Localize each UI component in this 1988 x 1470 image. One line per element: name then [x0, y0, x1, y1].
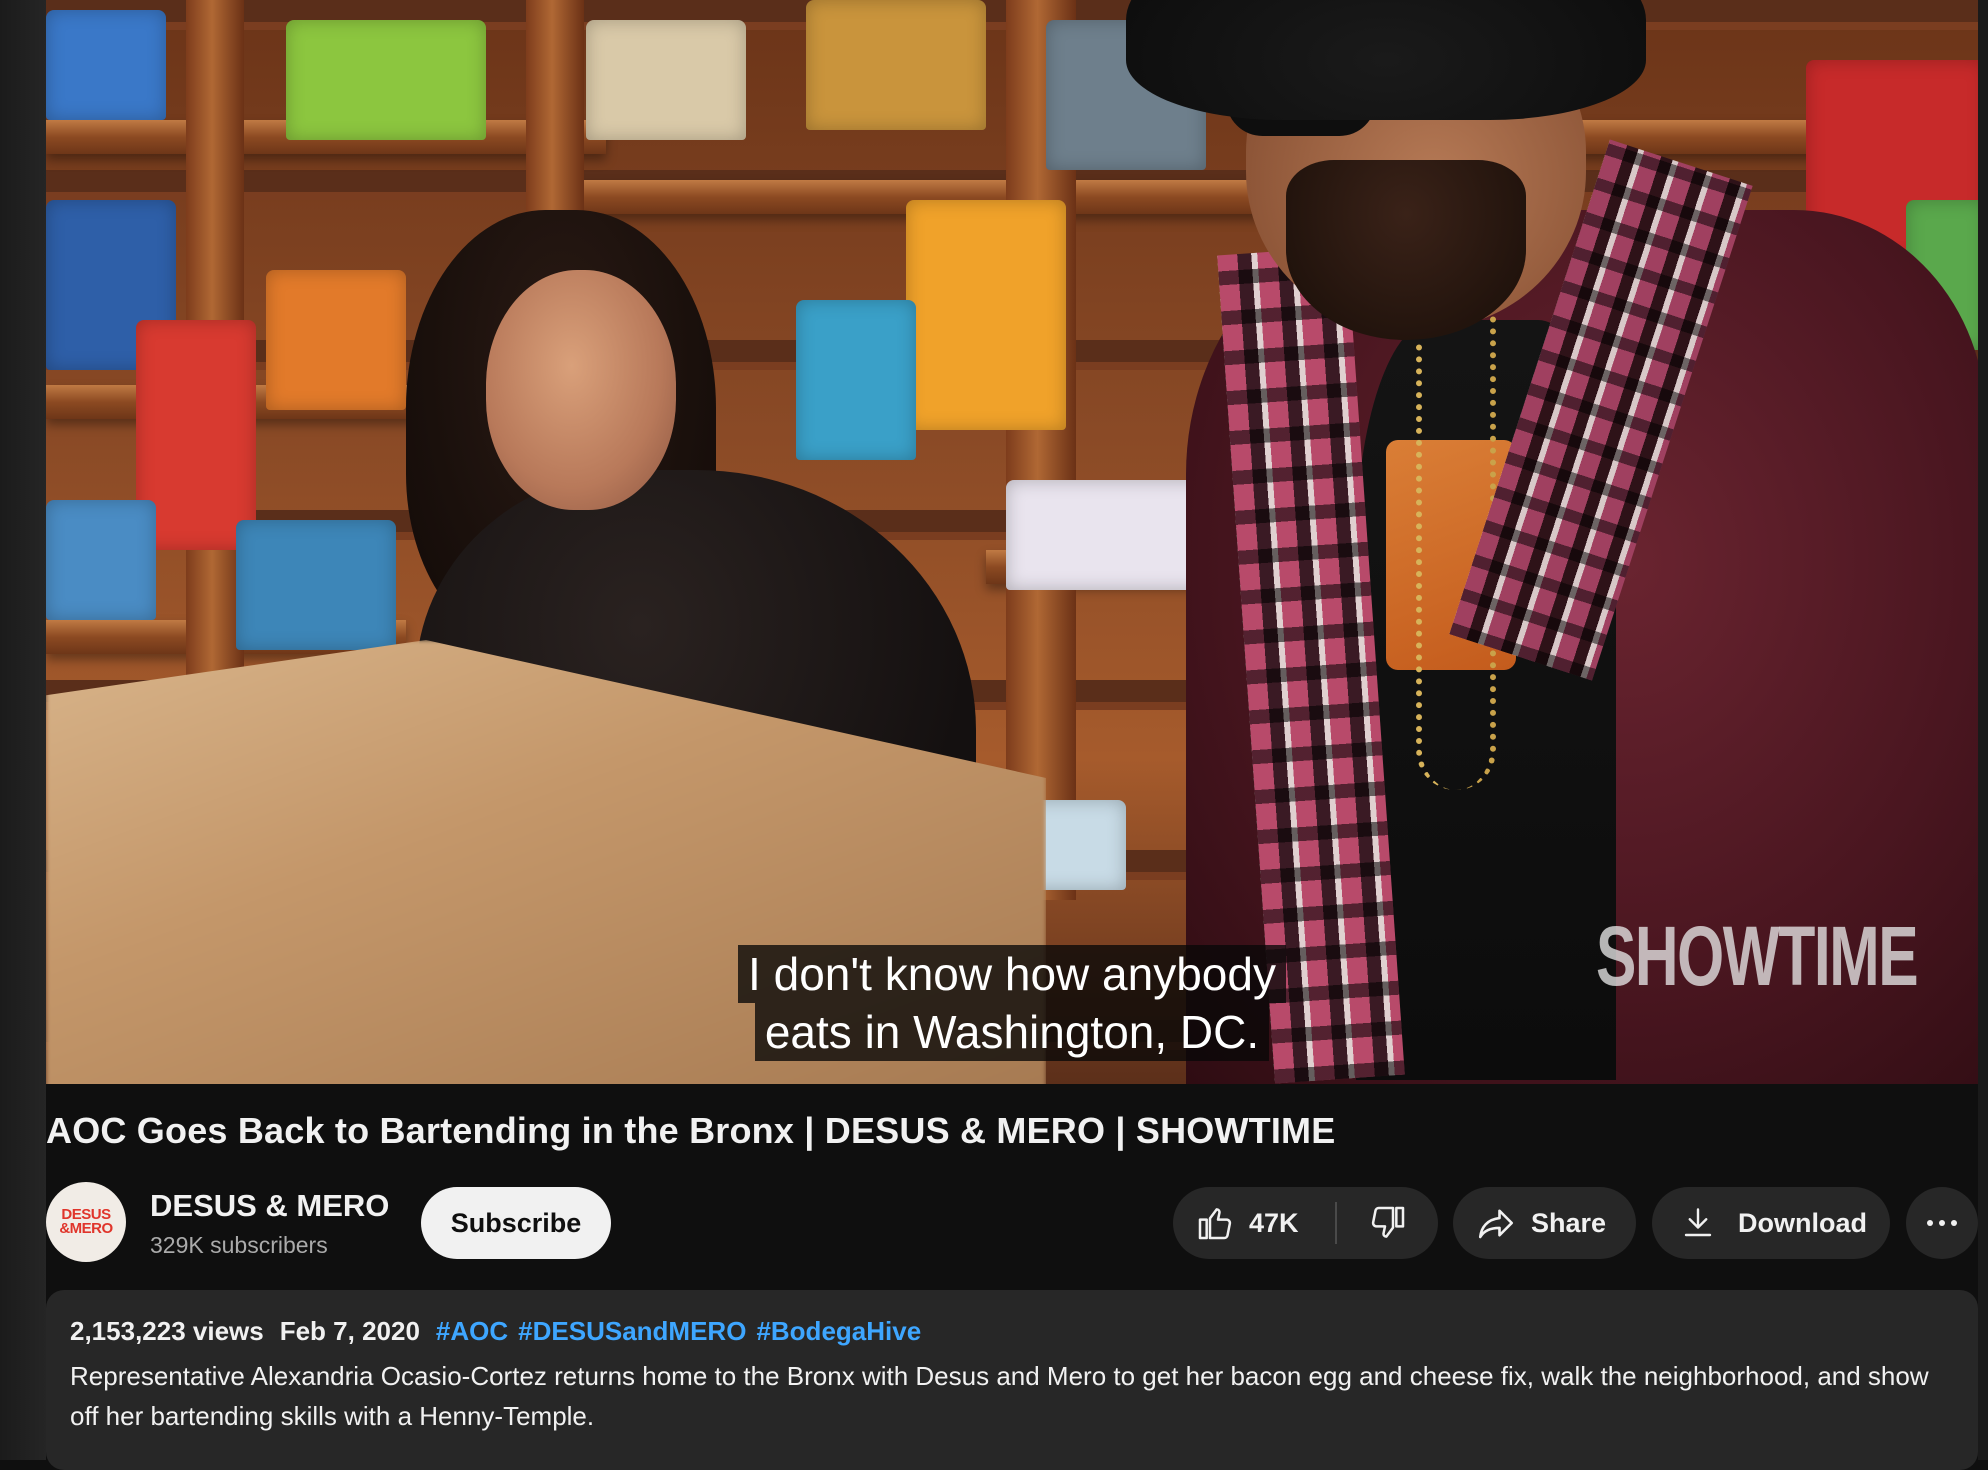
- page-left-margin: [0, 0, 46, 1460]
- page-right-margin: [1978, 0, 1988, 1460]
- share-button[interactable]: Share: [1453, 1187, 1636, 1259]
- like-button[interactable]: 47K: [1173, 1187, 1335, 1259]
- donut-box: [1006, 480, 1216, 590]
- snack-bag: [46, 500, 156, 620]
- snack-bag: [286, 20, 486, 140]
- download-icon: [1684, 1208, 1712, 1237]
- caption-line: I don't know how anybody: [738, 945, 1286, 1003]
- thumbs-down-icon: [1371, 1206, 1404, 1238]
- woman-face: [486, 270, 676, 510]
- snack-bag: [236, 520, 396, 650]
- snack-bag: [46, 10, 166, 120]
- snack-bag: [266, 270, 406, 410]
- description-text: Representative Alexandria Ocasio-Cortez …: [70, 1361, 1929, 1431]
- hashtag-link[interactable]: #BodegaHive: [756, 1316, 921, 1346]
- download-button[interactable]: Download: [1652, 1187, 1890, 1259]
- subscriber-count: 329K subscribers: [150, 1232, 328, 1258]
- thumbs-up-icon: [1198, 1208, 1232, 1240]
- upload-date: Feb 7, 2020: [279, 1316, 420, 1346]
- hashtag-link[interactable]: #AOC: [436, 1316, 508, 1346]
- closed-captions: I don't know how anybody eats in Washing…: [46, 945, 1978, 1061]
- channel-name[interactable]: DESUS & MERO: [150, 1188, 389, 1224]
- snack-bag: [906, 200, 1066, 430]
- like-dislike-group: 47K: [1173, 1187, 1438, 1259]
- download-label: Download: [1738, 1207, 1867, 1238]
- snack-bag: [806, 0, 986, 130]
- more-actions-button[interactable]: [1906, 1187, 1978, 1259]
- video-title: AOC Goes Back to Bartending in the Bronx…: [46, 1110, 1336, 1151]
- subscribe-button[interactable]: Subscribe: [421, 1187, 611, 1259]
- view-count: 2,153,223 views: [70, 1316, 264, 1346]
- like-count: 47K: [1249, 1207, 1299, 1238]
- avatar-logo-text: &MERO: [59, 1220, 113, 1237]
- man-cap: [1126, 0, 1646, 120]
- share-arrow-icon: [1478, 1209, 1514, 1239]
- share-label: Share: [1531, 1207, 1607, 1238]
- description-meta: 2,153,223 views Feb 7, 2020 #AOC #DESUSandM…: [70, 1316, 931, 1347]
- snack-bag: [586, 20, 746, 140]
- hashtag-link[interactable]: #DESUSandMERO: [518, 1316, 746, 1346]
- man-beard: [1286, 160, 1526, 340]
- dislike-button[interactable]: [1337, 1187, 1438, 1259]
- more-horizontal-icon: [1927, 1220, 1957, 1226]
- channel-avatar[interactable]: DESUS &MERO: [46, 1182, 126, 1262]
- caption-line: eats in Washington, DC.: [754, 1003, 1270, 1061]
- video-player[interactable]: SHOWTIME I don't know how anybody eats i…: [46, 0, 1978, 1084]
- description-box[interactable]: 2,153,223 views Feb 7, 2020 #AOC #DESUSandM…: [46, 1290, 1978, 1470]
- snack-bag: [796, 300, 916, 460]
